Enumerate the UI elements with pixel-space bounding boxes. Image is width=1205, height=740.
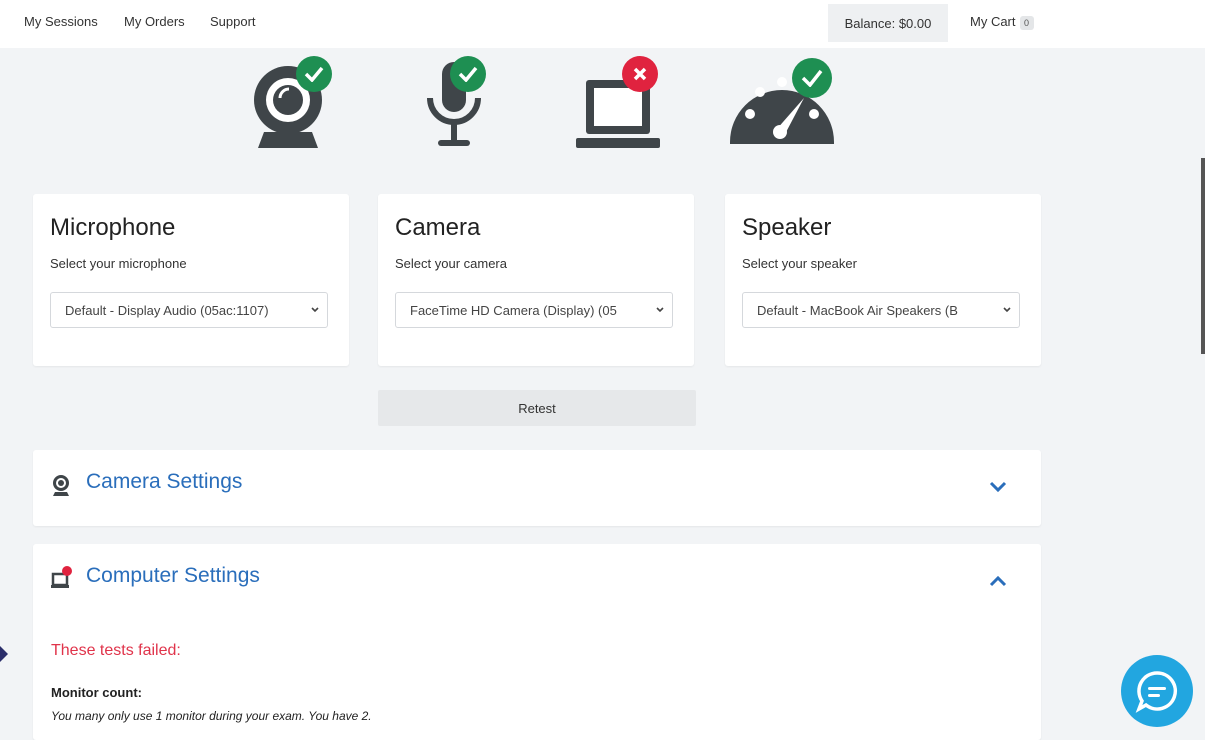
camera-card-title: Camera xyxy=(395,214,481,241)
speed-pass-badge xyxy=(792,58,832,98)
camera-card-subtitle: Select your camera xyxy=(395,256,507,271)
check-icon xyxy=(458,66,478,82)
speaker-card-title: Speaker xyxy=(742,214,832,241)
laptop-icon xyxy=(51,566,72,588)
speaker-select[interactable]: Default - MacBook Air Speakers (B xyxy=(742,292,1020,328)
chat-bubble-icon xyxy=(1135,671,1178,713)
microphone-selected-value: Default - Display Audio (05ac:1107) xyxy=(65,302,269,318)
chevron-up-icon[interactable] xyxy=(988,574,1008,588)
speaker-selected-value: Default - MacBook Air Speakers (B xyxy=(757,302,958,318)
close-icon xyxy=(633,67,647,81)
balance-display[interactable]: Balance: $0.00 xyxy=(828,4,948,42)
chevron-down-icon xyxy=(311,307,319,313)
nav-link-support[interactable]: Support xyxy=(210,14,256,29)
webcam-icon xyxy=(53,475,69,496)
cart-link[interactable]: My Cart 0 xyxy=(970,14,1034,30)
nav-link-my-sessions[interactable]: My Sessions xyxy=(24,14,98,29)
computer-settings-panel: Computer Settings These tests failed: Mo… xyxy=(33,544,1041,740)
top-nav-bar: My Sessions My Orders Support Balance: $… xyxy=(0,0,1205,48)
microphone-status xyxy=(424,56,494,150)
microphone-card-title: Microphone xyxy=(50,214,176,241)
webcam-pass-badge xyxy=(296,56,332,92)
left-edge-arrow xyxy=(0,646,8,662)
failed-tests-heading: These tests failed: xyxy=(51,642,181,659)
camera-selected-value: FaceTime HD Camera (Display) (05 xyxy=(410,302,617,318)
microphone-card: Microphone Select your microphone Defaul… xyxy=(33,194,349,366)
check-icon xyxy=(304,66,324,82)
camera-select[interactable]: FaceTime HD Camera (Display) (05 xyxy=(395,292,673,328)
test-description-monitor-count: You many only use 1 monitor during your … xyxy=(51,709,372,723)
speaker-card: Speaker Select your speaker Default - Ma… xyxy=(725,194,1041,366)
computer-settings-title[interactable]: Computer Settings xyxy=(86,564,260,588)
nav-link-my-orders[interactable]: My Orders xyxy=(124,14,185,29)
retest-button[interactable]: Retest xyxy=(378,390,696,426)
speaker-card-subtitle: Select your speaker xyxy=(742,256,857,271)
chevron-down-icon xyxy=(656,307,664,313)
chevron-down-icon xyxy=(1003,307,1011,313)
microphone-select[interactable]: Default - Display Audio (05ac:1107) xyxy=(50,292,328,328)
check-icon xyxy=(801,69,823,87)
cart-label: My Cart xyxy=(970,14,1016,29)
camera-settings-title[interactable]: Camera Settings xyxy=(86,470,242,494)
microphone-pass-badge xyxy=(450,56,486,92)
camera-settings-panel[interactable]: Camera Settings xyxy=(33,450,1041,526)
speed-status xyxy=(728,58,838,150)
chevron-down-icon[interactable] xyxy=(988,480,1008,494)
camera-card: Camera Select your camera FaceTime HD Ca… xyxy=(378,194,694,366)
computer-status xyxy=(576,56,666,150)
scrollbar-thumb[interactable] xyxy=(1201,158,1205,354)
chat-widget-button[interactable] xyxy=(1121,655,1193,727)
microphone-card-subtitle: Select your microphone xyxy=(50,256,187,271)
cart-count-badge: 0 xyxy=(1019,15,1034,30)
test-label-monitor-count: Monitor count: xyxy=(51,685,142,700)
computer-fail-badge xyxy=(622,56,658,92)
webcam-status xyxy=(250,56,340,150)
balance-text: Balance: $0.00 xyxy=(844,15,932,31)
